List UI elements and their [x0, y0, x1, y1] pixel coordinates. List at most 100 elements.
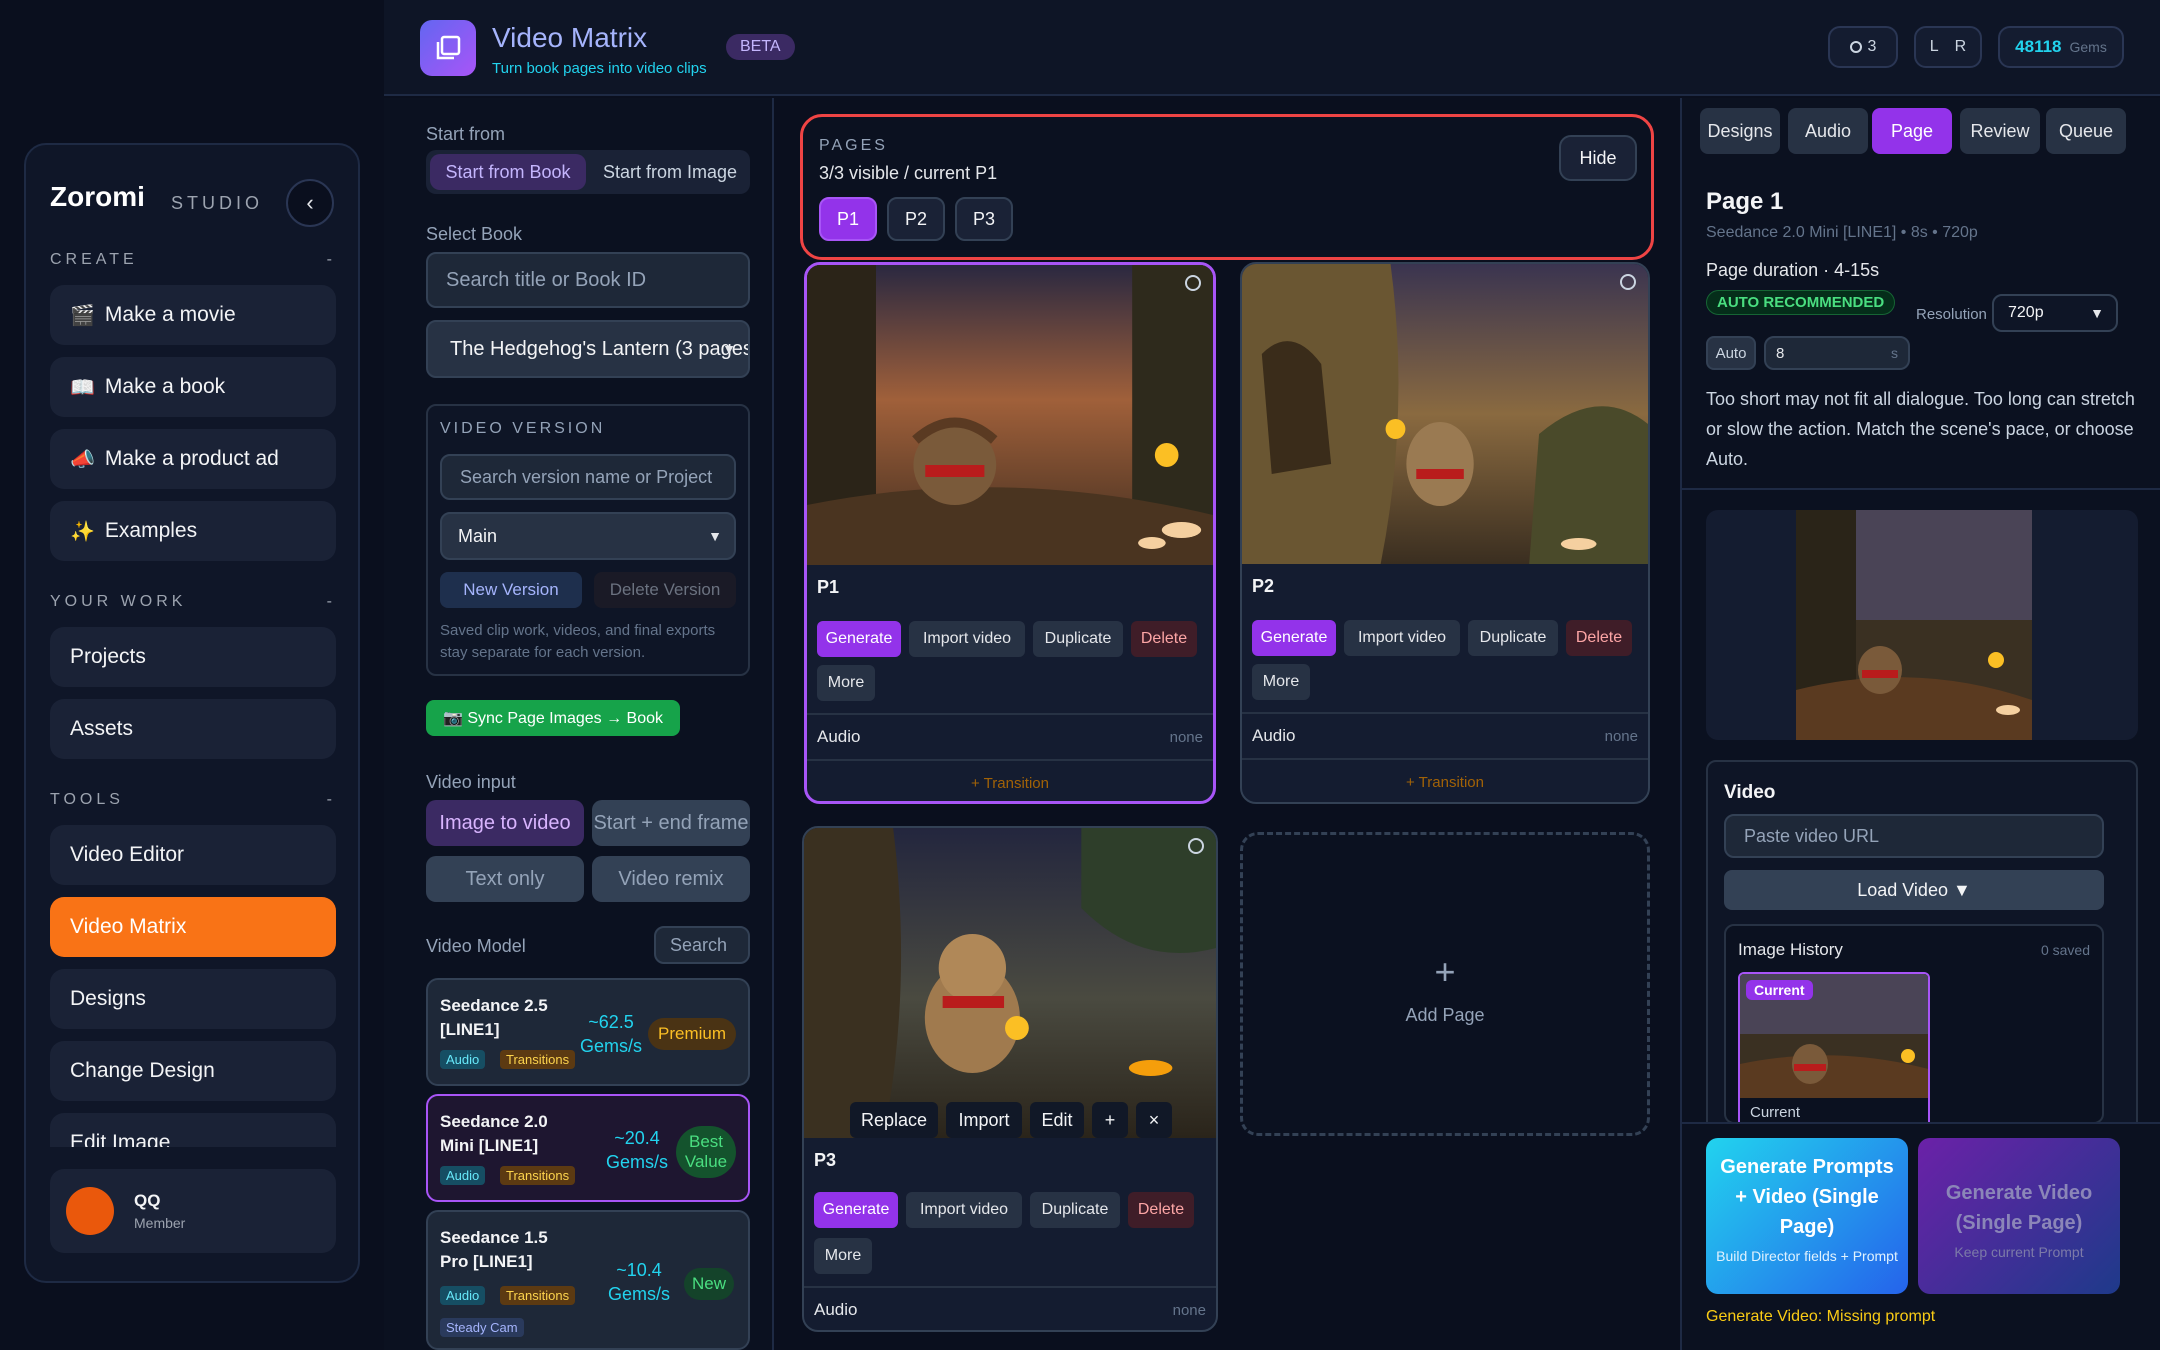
nav-designs[interactable]: Designs	[50, 969, 336, 1029]
duplicate-button[interactable]: Duplicate	[1030, 1192, 1120, 1228]
nav-edit-image[interactable]: Edit Image	[50, 1113, 336, 1147]
book-search-input[interactable]: Search title or Book ID	[426, 252, 750, 308]
tab-designs[interactable]: Designs	[1700, 108, 1780, 154]
new-version-button[interactable]: New Version	[440, 572, 582, 608]
video-url-input[interactable]: Paste video URL	[1724, 814, 2104, 858]
best-value-badge: Best Value	[676, 1126, 736, 1178]
delete-button[interactable]: Delete	[1128, 1192, 1194, 1228]
page-button-p2[interactable]: P2	[887, 197, 945, 241]
tag-transitions: Transitions	[500, 1050, 576, 1069]
page-card-p3[interactable]: Replace Import Edit + × P3 Generate Impo…	[802, 826, 1218, 1332]
page-button-p1[interactable]: P1	[819, 197, 877, 241]
remove-image-button[interactable]: ×	[1136, 1102, 1172, 1138]
lr-toggle[interactable]: LR	[1914, 26, 1982, 68]
audio-row[interactable]: Audio none	[804, 1286, 1216, 1330]
app-icon	[420, 20, 476, 76]
resolution-select[interactable]: 720p ▼	[1992, 294, 2118, 332]
queue-counter[interactable]: 3	[1828, 26, 1898, 68]
import-video-button[interactable]: Import video	[1344, 620, 1460, 656]
start-from-image-tab[interactable]: Start from Image	[592, 154, 748, 190]
add-page-button[interactable]: + Add Page	[1240, 832, 1650, 1136]
hide-pages-button[interactable]: Hide	[1559, 135, 1637, 181]
add-transition-button[interactable]: + Transition	[1242, 758, 1648, 802]
gems-balance[interactable]: 48118 Gems	[1998, 26, 2124, 68]
audio-row[interactable]: Audio none	[1242, 712, 1648, 758]
page-image-p2[interactable]	[1242, 264, 1648, 564]
add-transition-button[interactable]: + Transition	[807, 759, 1213, 801]
input-text-only[interactable]: Text only	[426, 856, 584, 902]
more-button[interactable]: More	[814, 1238, 872, 1274]
card-title: P1	[817, 577, 840, 597]
app-title: Video Matrix	[492, 22, 648, 53]
nav-video-matrix[interactable]: Video Matrix	[50, 897, 336, 957]
input-start-end-frame[interactable]: Start + end frame	[592, 800, 750, 846]
page-button-p3[interactable]: P3	[955, 197, 1013, 241]
audio-row[interactable]: Audio none	[807, 713, 1213, 759]
add-page-label: Add Page	[1405, 1005, 1485, 1025]
divider	[1682, 488, 2160, 490]
model-search-input[interactable]: Search	[654, 926, 750, 964]
tab-page[interactable]: Page	[1872, 108, 1952, 154]
model-card-seedance-1-5-pro[interactable]: Seedance 1.5 Pro [LINE1] Audio Transitio…	[426, 1210, 750, 1350]
select-radio[interactable]	[1188, 838, 1204, 854]
input-image-to-video[interactable]: Image to video	[426, 800, 584, 846]
start-from-book-tab[interactable]: Start from Book	[430, 154, 586, 190]
pages-panel: PAGES 3/3 visible / current P1 P1 P2 P3 …	[800, 114, 1654, 260]
version-search-input[interactable]: Search version name or Project	[440, 454, 736, 500]
nav-make-book[interactable]: 📖 Make a book	[50, 357, 336, 417]
duplicate-button[interactable]: Duplicate	[1033, 621, 1123, 657]
tab-audio[interactable]: Audio	[1788, 108, 1868, 154]
select-radio[interactable]	[1185, 275, 1201, 291]
page-image-p3[interactable]	[804, 828, 1216, 1138]
page-card-p1[interactable]: P1 Generate Import video Duplicate Delet…	[804, 262, 1216, 804]
nav-assets[interactable]: Assets	[50, 699, 336, 759]
page-preview-image[interactable]	[1796, 510, 2032, 740]
generate-button[interactable]: Generate	[814, 1192, 898, 1228]
clapper-icon: 🎬	[70, 304, 95, 327]
delete-button[interactable]: Delete	[1131, 621, 1197, 657]
select-radio[interactable]	[1620, 274, 1636, 290]
page-image-p1[interactable]	[807, 265, 1213, 565]
version-select[interactable]: Main ▼	[440, 512, 736, 560]
plus-icon: +	[1434, 951, 1456, 992]
user-name: QQ	[134, 1191, 161, 1210]
replace-image-button[interactable]: Replace	[850, 1102, 938, 1138]
add-image-button[interactable]: +	[1092, 1102, 1128, 1138]
auto-duration-button[interactable]: Auto	[1706, 336, 1756, 370]
nav-projects[interactable]: Projects	[50, 627, 336, 687]
nav-make-product-ad[interactable]: 📣 Make a product ad	[50, 429, 336, 489]
tab-queue[interactable]: Queue	[2046, 108, 2126, 154]
delete-button[interactable]: Delete	[1566, 620, 1632, 656]
duplicate-button[interactable]: Duplicate	[1468, 620, 1558, 656]
nav-change-design[interactable]: Change Design	[50, 1041, 336, 1101]
collapse-sidebar-button[interactable]: ‹	[286, 179, 334, 227]
book-select[interactable]: The Hedgehog's Lantern (3 pages) ▼	[426, 320, 750, 378]
tab-review[interactable]: Review	[1960, 108, 2040, 154]
user-card[interactable]: QQ Member	[50, 1169, 336, 1253]
nav-examples[interactable]: ✨ Examples	[50, 501, 336, 561]
megaphone-icon: 📣	[70, 448, 95, 471]
load-video-button[interactable]: Load Video ▼	[1724, 870, 2104, 910]
video-version-panel: VIDEO VERSION Search version name or Pro…	[426, 404, 750, 676]
sync-page-images-button[interactable]: 📷 Sync Page Images → Book	[426, 700, 680, 736]
history-item-current[interactable]: Current Current	[1738, 972, 1930, 1132]
edit-image-button[interactable]: Edit	[1030, 1102, 1084, 1138]
generate-button[interactable]: Generate	[1252, 620, 1336, 656]
page-card-p2[interactable]: P2 Generate Import video Duplicate Delet…	[1240, 262, 1650, 804]
duration-input[interactable]: 8s	[1764, 336, 1910, 370]
model-card-seedance-2-0-mini[interactable]: Seedance 2.0 Mini [LINE1] Audio Transiti…	[426, 1094, 750, 1202]
input-video-remix[interactable]: Video remix	[592, 856, 750, 902]
model-card-seedance-2-5[interactable]: Seedance 2.5 [LINE1] Audio Transitions ~…	[426, 978, 750, 1086]
import-image-button[interactable]: Import	[946, 1102, 1022, 1138]
generate-video-button[interactable]: Generate Video (Single Page) Keep curren…	[1918, 1138, 2120, 1294]
generate-button[interactable]: Generate	[817, 621, 901, 657]
import-video-button[interactable]: Import video	[906, 1192, 1022, 1228]
more-button[interactable]: More	[1252, 664, 1310, 700]
more-button[interactable]: More	[817, 665, 875, 701]
import-video-button[interactable]: Import video	[909, 621, 1025, 657]
generate-prompts-video-button[interactable]: Generate Prompts + Video (Single Page) B…	[1706, 1138, 1908, 1294]
nav-video-editor[interactable]: Video Editor	[50, 825, 336, 885]
top-bar: Video Matrix Turn book pages into video …	[384, 0, 2160, 96]
nav-make-movie[interactable]: 🎬 Make a movie	[50, 285, 336, 345]
delete-version-button[interactable]: Delete Version	[594, 572, 736, 608]
